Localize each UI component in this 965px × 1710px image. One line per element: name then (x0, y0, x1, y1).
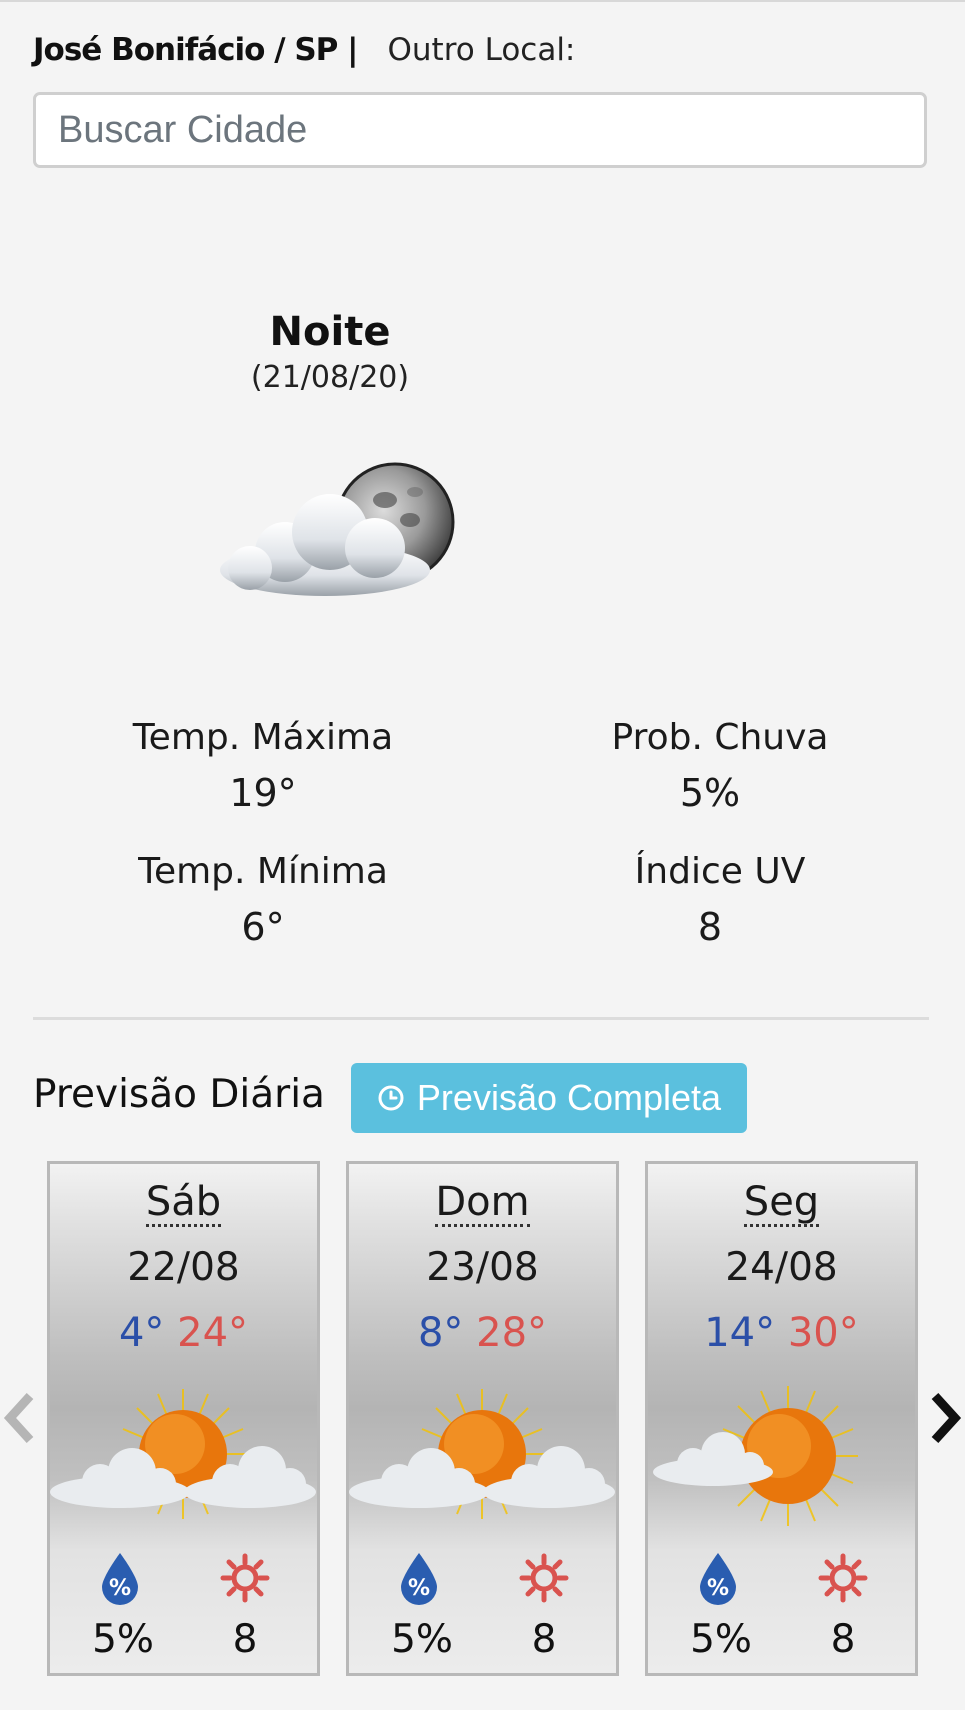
day-max-temp: 30° (787, 1310, 859, 1356)
day-footer: % 5% 8 (50, 1543, 317, 1673)
day-temps: 4° 24° (50, 1310, 317, 1356)
day-uv-index: 8 (232, 1617, 258, 1662)
day-footer: % 5% 8 (648, 1543, 915, 1673)
day-max-temp: 28° (476, 1310, 548, 1356)
forecast-day-card[interactable]: Seg 24/08 14° 30° % 5% 8 (645, 1161, 918, 1676)
day-name: Seg (743, 1179, 820, 1227)
min-temp-value: 6° (241, 905, 285, 949)
cloud-moon-icon (220, 462, 455, 596)
chevron-left-icon[interactable] (0, 1388, 40, 1448)
day-min-temp: 4° (118, 1310, 165, 1356)
chevron-right-icon[interactable] (925, 1388, 965, 1448)
period-date: (21/08/20) (250, 360, 410, 395)
search-city-input[interactable] (33, 92, 927, 168)
uv-index-label: Índice UV (634, 851, 806, 892)
day-date: 24/08 (725, 1245, 838, 1290)
max-temp-label: Temp. Máxima (132, 717, 394, 758)
svg-text:%: % (408, 1576, 430, 1601)
day-date: 23/08 (426, 1245, 539, 1290)
period-title: Noite (269, 309, 391, 355)
location-bar: José Bonifácio / SP | Outro Local: (33, 28, 575, 72)
current-period: Noite (21/08/20) (180, 310, 480, 395)
forecast-day-card[interactable]: Sáb 22/08 4° 24° % 5% 8 (47, 1161, 320, 1676)
day-rain-prob: 5% (690, 1617, 752, 1662)
day-max-temp: 24° (177, 1310, 249, 1356)
max-temp-value: 19° (229, 771, 297, 815)
rain-drop-percent-icon: % (401, 1553, 437, 1605)
day-min-temp: 8° (417, 1310, 464, 1356)
day-name: Sáb (145, 1179, 222, 1227)
rain-prob-value: 5% (679, 771, 741, 815)
rain-prob-stat: Prob. Chuva 5% (520, 717, 920, 813)
max-temp-stat: Temp. Máxima 19° (63, 717, 463, 815)
uv-sun-icon (220, 1553, 270, 1603)
partly-cloudy-sun-icon (50, 1389, 316, 1519)
day-uv-index: 8 (830, 1617, 856, 1662)
section-divider (33, 1017, 929, 1020)
uv-sun-icon (818, 1553, 868, 1603)
day-name: Dom (435, 1179, 530, 1227)
day-temps: 8° 28° (349, 1310, 616, 1356)
svg-text:%: % (109, 1576, 131, 1601)
other-location-label: Outro Local: (387, 32, 576, 68)
day-min-temp: 14° (704, 1310, 776, 1356)
full-forecast-label: Previsão Completa (416, 1077, 722, 1118)
sun-small-cloud-icon (653, 1386, 858, 1526)
day-rain-prob: 5% (391, 1617, 453, 1662)
day-date: 22/08 (127, 1245, 240, 1290)
rain-drop-percent-icon: % (700, 1553, 736, 1605)
min-temp-stat: Temp. Mínima 6° (63, 851, 463, 949)
svg-text:%: % (707, 1576, 729, 1601)
uv-index-value: 8 (697, 905, 723, 949)
clock-icon (378, 1085, 404, 1111)
day-uv-index: 8 (531, 1617, 557, 1662)
min-temp-label: Temp. Mínima (138, 851, 388, 892)
day-temps: 14° 30° (648, 1310, 915, 1356)
daily-forecast-title: Previsão Diária (33, 1072, 325, 1117)
uv-index-stat: Índice UV 8 (520, 851, 920, 947)
forecast-day-card[interactable]: Dom 23/08 8° 28° % 5% 8 (346, 1161, 619, 1676)
rain-prob-label: Prob. Chuva (611, 717, 829, 758)
current-city: José Bonifácio / SP | (33, 32, 358, 68)
top-border (0, 0, 965, 2)
uv-sun-icon (519, 1553, 569, 1603)
full-forecast-button[interactable]: Previsão Completa (351, 1063, 747, 1133)
rain-drop-percent-icon: % (102, 1553, 138, 1605)
day-footer: % 5% 8 (349, 1543, 616, 1673)
day-rain-prob: 5% (92, 1617, 154, 1662)
partly-cloudy-sun-icon (349, 1389, 615, 1519)
